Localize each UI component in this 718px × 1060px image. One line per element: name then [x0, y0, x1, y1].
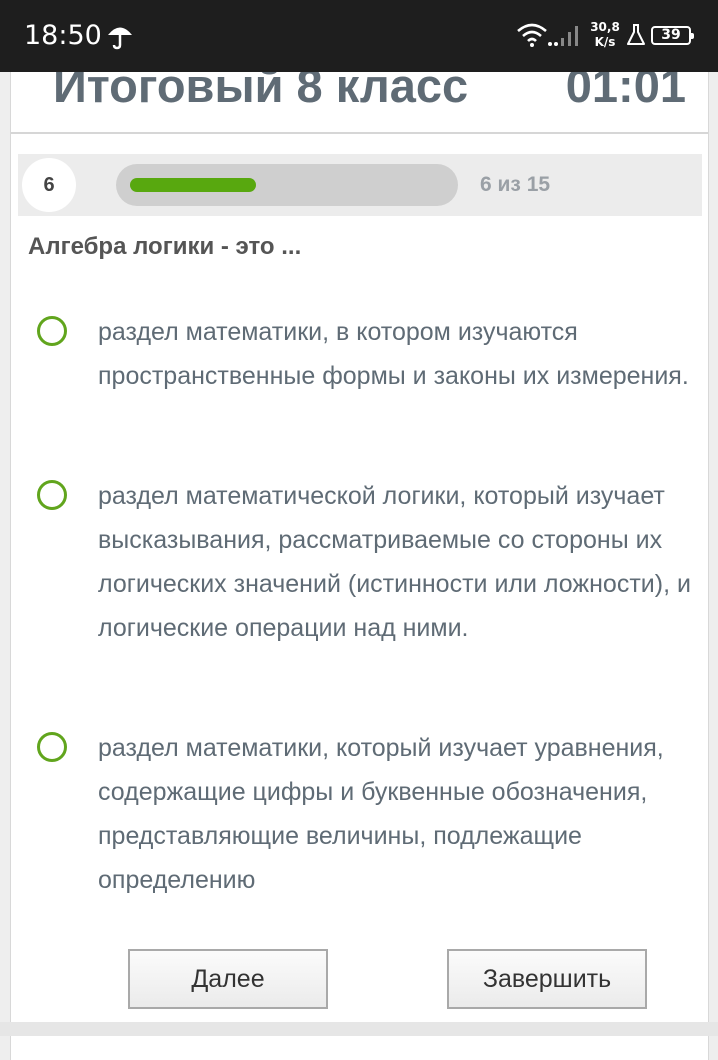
question-text: Алгебра логики - это ... [28, 233, 302, 260]
question-number-badge: 6 [22, 158, 76, 212]
flask-icon [626, 24, 646, 51]
answer-option-text: раздел математики, который изучает уравн… [98, 734, 664, 894]
network-speed-value: 30,8 [590, 20, 620, 34]
progress-label: 6 из 15 [480, 173, 551, 196]
umbrella-icon [106, 22, 134, 55]
radio-button[interactable] [37, 480, 67, 510]
network-speed-unit: K/s [594, 35, 616, 49]
progress-row: 6 6 из 15 [18, 154, 702, 216]
progress-fill [130, 178, 256, 192]
radio-button[interactable] [37, 316, 67, 346]
battery-icon: 39 [651, 26, 694, 45]
wifi-icon [516, 22, 548, 53]
test-card: Итоговый 8 класс 01:01 6 6 из 15 Алгебра… [10, 40, 709, 1060]
next-button[interactable]: Далее [128, 949, 328, 1009]
progress-track [116, 164, 458, 206]
status-bar: 18:50 30,8 K/s 39 [0, 0, 718, 72]
network-speed: 30,8 K/s [590, 20, 620, 50]
radio-button[interactable] [37, 732, 67, 762]
bottom-strip [0, 1022, 718, 1036]
signal-icon [548, 24, 582, 53]
answer-option-text: раздел математической логики, который из… [98, 482, 691, 642]
status-time: 18:50 [24, 20, 102, 51]
finish-button[interactable]: Завершить [447, 949, 647, 1009]
battery-level: 39 [661, 27, 681, 43]
answer-option-text: раздел математики, в котором изучаются п… [98, 318, 689, 390]
divider [11, 132, 708, 134]
